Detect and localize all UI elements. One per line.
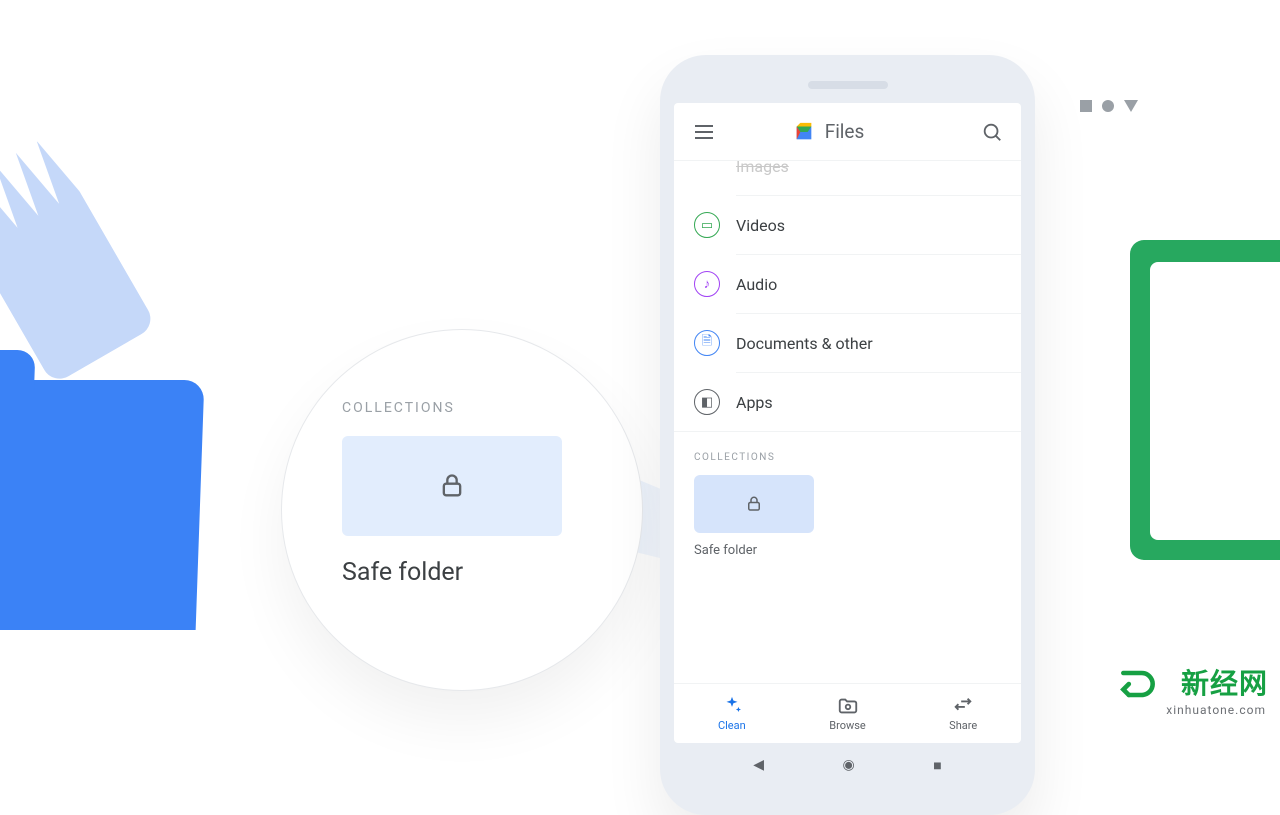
home-key[interactable]: ◉: [843, 757, 855, 773]
list-item-apps[interactable]: ◧ Apps: [674, 373, 1021, 431]
tab-clean[interactable]: Clean: [674, 684, 790, 743]
window-controls: [1080, 100, 1138, 112]
app-brand: Files: [692, 120, 965, 143]
decorative-shape: [0, 380, 204, 630]
safe-folder-label: Safe folder: [342, 558, 582, 587]
phone-screen: Files ▣ Images ▭ Videos ♪ Audio: [674, 103, 1021, 743]
app-bar: Files: [674, 103, 1021, 161]
watermark-logo: [1116, 662, 1160, 706]
search-icon[interactable]: [981, 121, 1003, 143]
app-title: Files: [825, 120, 865, 143]
tab-share[interactable]: Share: [905, 684, 1021, 743]
list-item-label: Images: [736, 161, 789, 176]
zoom-callout: COLLECTIONS Safe folder: [282, 330, 642, 690]
watermark-icon: [1116, 662, 1160, 706]
audio-icon: ♪: [694, 271, 720, 297]
lock-icon: [438, 472, 466, 500]
phone-speaker: [808, 81, 888, 89]
sparkle-icon: [721, 695, 743, 717]
canvas: COLLECTIONS Safe folder Files ▣ Images: [0, 0, 1280, 720]
list-item-images[interactable]: ▣ Images: [674, 161, 1021, 195]
recents-key[interactable]: ■: [933, 757, 941, 774]
collections-header: COLLECTIONS: [674, 431, 1021, 475]
list-item-label: Documents & other: [736, 334, 873, 353]
zoom-section-header: COLLECTIONS: [342, 400, 582, 416]
back-key[interactable]: ◀: [753, 757, 764, 773]
window-control-circle: [1102, 100, 1114, 112]
tab-label: Browse: [829, 719, 866, 732]
list-item-videos[interactable]: ▭ Videos: [674, 196, 1021, 254]
watermark-text: 新经网: [1181, 662, 1268, 702]
window-control-square: [1080, 100, 1092, 112]
video-icon: ▭: [694, 212, 720, 238]
files-logo-icon: [793, 121, 815, 143]
lock-icon: [745, 495, 763, 513]
share-icon: [952, 695, 974, 717]
safe-folder-tile-small[interactable]: [694, 475, 814, 533]
tab-browse[interactable]: Browse: [790, 684, 906, 743]
list-item-documents[interactable]: 🗎 Documents & other: [674, 314, 1021, 372]
category-list: ▣ Images ▭ Videos ♪ Audio 🗎 Documents & …: [674, 161, 1021, 683]
apps-icon: ◧: [694, 389, 720, 415]
window-control-triangle: [1124, 100, 1138, 112]
decorative-shape: [0, 135, 157, 386]
safe-folder-tile[interactable]: [342, 436, 562, 536]
phone-frame: Files ▣ Images ▭ Videos ♪ Audio: [660, 55, 1035, 815]
bottom-nav: Clean Browse Share: [674, 683, 1021, 743]
safe-folder-label-small: Safe folder: [694, 543, 1001, 558]
list-item-label: Audio: [736, 275, 777, 294]
list-item-audio[interactable]: ♪ Audio: [674, 255, 1021, 313]
android-nav-keys: ◀ ◉ ■: [674, 743, 1021, 787]
folder-search-icon: [837, 695, 859, 717]
list-item-label: Apps: [736, 393, 773, 412]
tab-label: Clean: [718, 719, 746, 732]
tab-label: Share: [949, 719, 977, 732]
watermark-url: xinhuatone.com: [1166, 703, 1266, 717]
document-icon: 🗎: [694, 330, 720, 356]
decorative-shape: [1150, 262, 1280, 540]
list-item-label: Videos: [736, 216, 785, 235]
